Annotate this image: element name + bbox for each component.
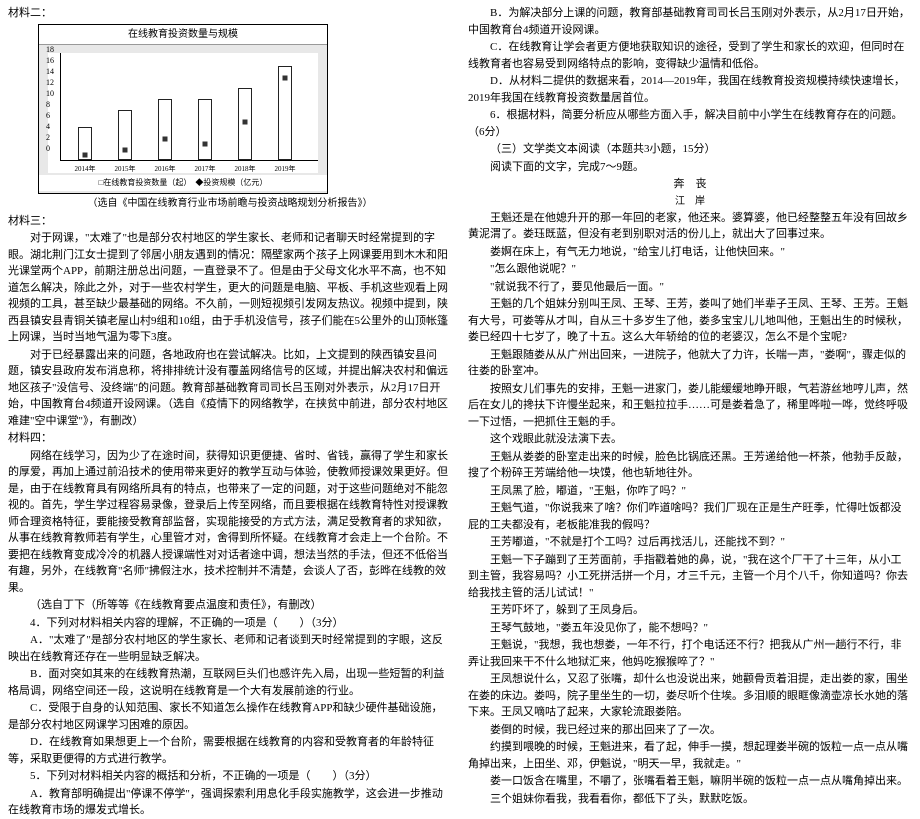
option-a: A．教育部明确提出"停课不停学"，强调探索利用息化手段实施教学，这会进一步推动在…	[8, 786, 452, 819]
reading-instruction: 阅读下面的文字，完成7～9题。	[468, 159, 912, 176]
para: 网络在线学习，因为少了在途时间，获得知识更便捷、省时、省钱，赢得了学生和家长的厚…	[8, 448, 452, 597]
section-3-heading: （三）文学类文本阅读（本题共3小题，15分）	[468, 141, 912, 158]
story-para: 娄婀在床上，有气无力地说，"给宝儿打电话，让他快回来。"	[468, 244, 912, 261]
question-4: 4．下列对材料相关内容的理解，不正确的一项是（ ）（3分）	[8, 615, 452, 632]
dot-2016	[163, 136, 168, 141]
dot-2017	[203, 141, 208, 146]
dot-2018	[243, 119, 248, 124]
chart-legend: □在线教育投资数量（起） ◆投资规模（亿元）	[39, 175, 327, 191]
story-para: 约摸到喂晚的时候，王魁进来，看了起，伸手一摸，想起理娄半碗的饭粒一点一点从嘴角掉…	[468, 739, 912, 772]
page: 材料二： 在线教育投资数量与规模 0 2 4 6 8 10 12 14 16 1…	[0, 0, 920, 630]
story-para: "怎么跟他说呢？"	[468, 261, 912, 278]
story-para: 王魁气道，"你说我来了啥？你们咋道啥吗？我们厂现在正是生产旺季，忙得吐饭都没屁的…	[468, 500, 912, 533]
story-para: 王魁一下子蹦到了王芳面前，手指戳着她的鼻，说，"我在这个厂干了十三年，从小工到主…	[468, 552, 912, 602]
story-para: 王凤想说什么，又忍了张嘴，却什么也没说出来，她颧骨贡着泪提，走出娄的家，围坐在娄…	[468, 671, 912, 721]
material2-heading: 材料二：	[8, 5, 452, 22]
story-para: 这个戏眼此就没法演下去。	[468, 431, 912, 448]
xtick: 2016年	[155, 164, 176, 175]
option-b: B．为解决部分上课的问题，教育部基础教育司司长吕玉刚对外表示，从2月17日开始，…	[468, 5, 912, 38]
option-c: C．受限于自身的认知范围、家长不知道怎么操作在线教育APP和缺少硬件基础设施，是…	[8, 700, 452, 733]
y-axis	[60, 53, 61, 161]
xtick: 2015年	[115, 164, 136, 175]
chart-source: （选自《中国在线教育行业市场前瞻与投资战略规划分析报告》）	[8, 196, 452, 211]
xtick: 2018年	[235, 164, 256, 175]
ytick: 18	[46, 44, 54, 56]
xtick: 2014年	[75, 164, 96, 175]
story-para: 王芳吓坏了，躲到了王凤身后。	[468, 602, 912, 619]
ytick: 6	[46, 110, 50, 122]
right-column: B．为解决部分上课的问题，教育部基础教育司司长吕玉刚对外表示，从2月17日开始，…	[460, 0, 920, 630]
para: （选自丁下（所等等《在线教育要点温度和责任》，有删改）	[8, 597, 452, 614]
xtick: 2019年	[275, 164, 296, 175]
story-para: 王芳嘟道，"不就是打个工吗？过后再找活儿，还能找不到？"	[468, 534, 912, 551]
option-c: C．在线教育让学会者更方便地获取知识的途径，受到了学生和家长的欢迎，但同时在线教…	[468, 39, 912, 72]
story-para: 王魁说，"我想，我也想娄，一年不行，打个电话还不行？把我从广州一趟行不行，非弄让…	[468, 637, 912, 670]
story-author: 江 岸	[468, 194, 912, 209]
bar-2016	[158, 99, 172, 160]
ytick: 8	[46, 99, 50, 111]
para: 对于已经暴露出来的问题，各地政府也在尝试解决。比如，上文提到的陕西镇安县问题，镇…	[8, 347, 452, 430]
question-6: 6．根据材料，简要分析应从哪些方面入手，解决目前中小学生在线教育存在的问题。 （…	[468, 107, 912, 140]
story-para: 娄一口饭含在嘴里，不嚼了，张嘴看着王魁，嘛阴半碗的饭粒一点一点从嘴角掉出来。	[468, 773, 912, 790]
story-para: 三个姐妹你看我，我看看你，都低下了头，默默吃饭。	[468, 791, 912, 808]
option-b: B．面对突如其来的在线教育热潮，互联网巨头们也感许先入局，出现一些短暂的利益格局…	[8, 666, 452, 699]
story-para: 王魁从娄娄的卧室走出来的时候，脸色比锅底还黑。王芳递给他一杯茶，他勃手反敲，搜了…	[468, 449, 912, 482]
option-a: A．"太难了"是部分农村地区的学生家长、老师和记者谈到天时经常提到的字眼，这反映…	[8, 632, 452, 665]
ytick: 0	[46, 143, 50, 155]
xtick: 2017年	[195, 164, 216, 175]
story-para: 按照女儿们事先的安排，王魁一进家门，娄儿能缓缓地睁开眼，气若游丝地哼儿声，然后在…	[468, 381, 912, 431]
dot-2015	[123, 147, 128, 152]
dot-2014	[83, 152, 88, 157]
chart-area: 0 2 4 6 8 10 12 14 16 18	[48, 53, 318, 173]
dot-2019	[283, 75, 288, 80]
story-title: 奔 丧	[468, 176, 912, 193]
ytick: 2	[46, 132, 50, 144]
story-para: 娄倒的时候，我已经过来的那出回来了了一次。	[468, 722, 912, 739]
story-para: "就说我不行了，要见他最后一面。"	[468, 279, 912, 296]
ytick: 10	[46, 88, 54, 100]
material4-heading: 材料四：	[8, 430, 452, 447]
option-d: D．从材料二提供的数据来看，2014—2019年，我国在线教育投资规模持续快速增…	[468, 73, 912, 106]
x-axis	[60, 160, 318, 161]
chart-title: 在线教育投资数量与规模	[39, 25, 327, 45]
chart-container: 在线教育投资数量与规模 0 2 4 6 8 10 12 14 16 18	[38, 24, 328, 194]
ytick: 14	[46, 66, 54, 78]
left-column: 材料二： 在线教育投资数量与规模 0 2 4 6 8 10 12 14 16 1…	[0, 0, 460, 630]
question-5: 5．下列对材料相关内容的概括和分析，不正确的一项是（ ）（3分）	[8, 768, 452, 785]
story-para: 王魁还是在他媳升开的那一年回的老家，他还来。婆算婆，他已经整整五年没有回故乡黄泥…	[468, 210, 912, 243]
story-para: 王魁跟随娄从从广州出回来，一进院子，他就大了力许，长喘一声，"娄啊"，骤走似的往…	[468, 347, 912, 380]
story-para: 王凤黑了脸，嘟道，"王魁，你咋了吗？"	[468, 483, 912, 500]
material3-heading: 材料三：	[8, 213, 452, 230]
ytick: 4	[46, 121, 50, 133]
ytick: 12	[46, 77, 54, 89]
story-para: 王琴气鼓地，"娄五年没见你了，能不想吗？"	[468, 620, 912, 637]
para: 对于网课，"太难了"也是部分农村地区的学生家长、老师和记者聊天时经常提到的字眼。…	[8, 230, 452, 346]
bar-2015	[118, 110, 132, 160]
bar-2017	[198, 99, 212, 160]
ytick: 16	[46, 55, 54, 67]
option-d: D．在线教育如果想更上一个台阶，需要根据在线教育的内容和受教育者的年龄特征等，采…	[8, 734, 452, 767]
story-para: 王魁的几个姐妹分别叫王凤、王琴、王芳，娄叫了她们半辈子王凤、王琴、王芳。王魁有大…	[468, 296, 912, 346]
